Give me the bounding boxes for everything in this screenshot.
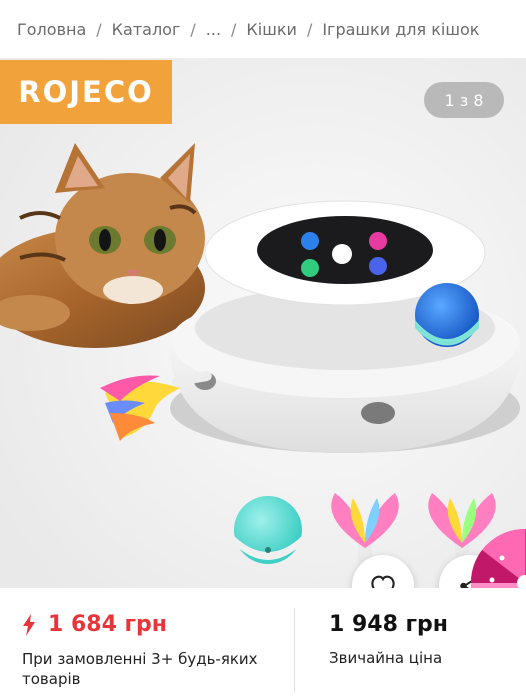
breadcrumb-cats[interactable]: Кішки (246, 20, 297, 39)
product-image-gallery[interactable]: ROJECO 1 з 8 (0, 58, 526, 588)
breadcrumb: Головна / Каталог / ... / Кішки / Іграшк… (0, 0, 526, 58)
price-section: 1 684 грн При замовленні 3+ будь-яких то… (0, 588, 526, 699)
price-divider (294, 608, 295, 692)
breadcrumb-catalog[interactable]: Каталог (112, 20, 181, 39)
breadcrumb-cat-toys[interactable]: Іграшки для кішок (322, 20, 479, 39)
breadcrumb-separator: / (190, 19, 196, 39)
promo-price-block: 1 684 грн При замовленні 3+ будь-яких то… (22, 612, 277, 689)
regular-price-label: Звичайна ціна (329, 649, 443, 667)
brand-logo: ROJECO (0, 60, 172, 124)
breadcrumb-home[interactable]: Головна (17, 20, 86, 39)
accessory-ball (234, 496, 302, 564)
promo-price-value: 1 684 грн (48, 612, 167, 637)
promo-condition: При замовленні 3+ будь-яких товарів (22, 650, 258, 688)
regular-price: 1 948 грн (329, 612, 448, 637)
breadcrumb-separator: / (231, 19, 237, 39)
breadcrumb-separator: / (96, 19, 102, 39)
breadcrumb-separator: / (306, 19, 313, 39)
toy-product (170, 200, 520, 453)
brand-logo-text: ROJECO (18, 75, 154, 109)
promo-price: 1 684 грн (22, 612, 277, 637)
image-counter: 1 з 8 (424, 82, 504, 118)
product-photo[interactable] (0, 58, 526, 588)
lightning-icon (23, 613, 35, 636)
regular-price-block: 1 948 грн Звичайна ціна (329, 612, 519, 667)
breadcrumb-collapsed[interactable]: ... (206, 20, 221, 39)
